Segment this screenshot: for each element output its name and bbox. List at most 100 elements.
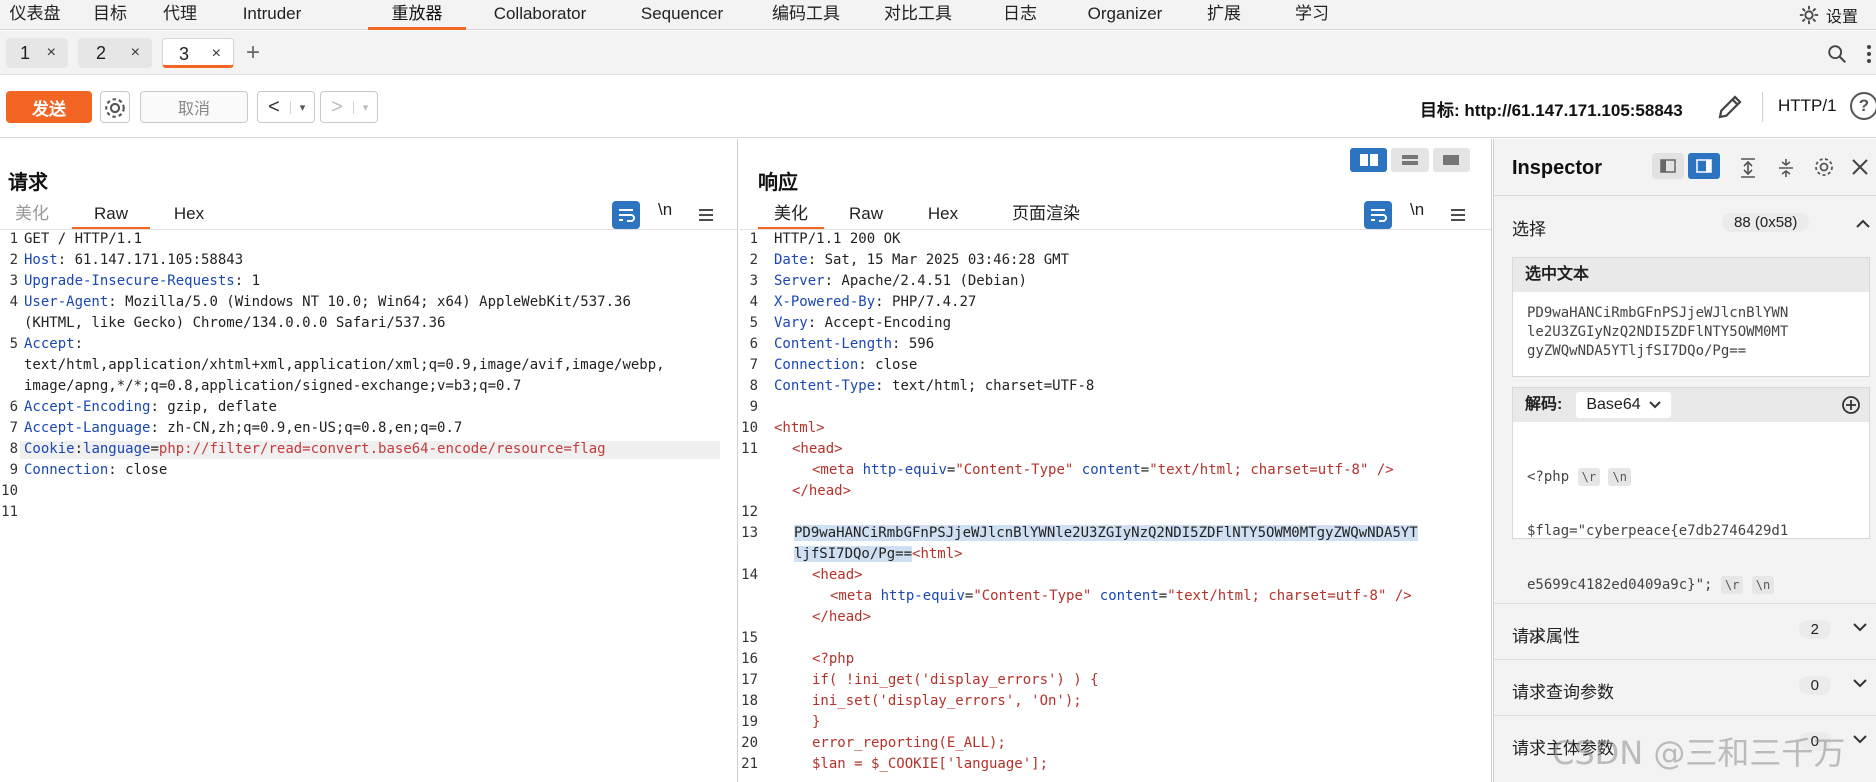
http-version-selector[interactable]: HTTP/1: [1778, 96, 1837, 116]
single-pane-icon: [1443, 155, 1460, 165]
layout-side-by-side-button[interactable]: [1350, 148, 1388, 172]
newline-toggle[interactable]: \n: [1410, 200, 1424, 220]
code-line: <head>: [812, 567, 863, 583]
repeater-tab-3[interactable]: 3 ×: [162, 38, 234, 68]
request-attributes-row[interactable]: 请求属性 2: [1494, 603, 1876, 659]
close-icon[interactable]: ×: [212, 39, 221, 69]
row-count-badge: 2: [1798, 620, 1831, 639]
send-button[interactable]: 发送: [6, 91, 92, 123]
code-line: (KHTML, like Gecko) Chrome/134.0.0.0 Saf…: [24, 315, 446, 331]
inspector-layout-right-button[interactable]: [1688, 153, 1720, 179]
line-number: 4: [9, 294, 18, 310]
history-back-button[interactable]: < ▾: [257, 91, 315, 123]
code-line: <?php: [812, 651, 855, 667]
repeater-tab-2[interactable]: 2 ×: [78, 38, 152, 68]
decode-type-select[interactable]: Base64: [1576, 392, 1671, 418]
add-circle-icon[interactable]: [1841, 395, 1861, 415]
code-line: <html>: [774, 420, 825, 436]
settings-button[interactable]: 设置: [1798, 0, 1876, 30]
request-settings-button[interactable]: [100, 91, 130, 123]
close-icon[interactable]: ×: [131, 38, 140, 68]
nav-extensions[interactable]: 扩展: [1194, 0, 1254, 30]
escape-badge: \r: [1577, 468, 1601, 486]
nav-organizer[interactable]: Organizer: [1070, 0, 1180, 30]
layout-tabs-button[interactable]: [1432, 148, 1470, 172]
request-tab-pretty[interactable]: 美化: [8, 200, 56, 230]
nav-intruder[interactable]: Intruder: [222, 0, 322, 30]
code-line: text/html,application/xhtml+xml,applicat…: [24, 357, 665, 373]
line-number: 10: [1, 483, 18, 499]
selected-text-value[interactable]: PD9waHANCiRmbGFnPSJjeWJlcnBlYWN le2U3ZGI…: [1513, 292, 1869, 373]
divider: [740, 229, 1491, 230]
code-line: Connection: close: [774, 357, 918, 373]
response-tab-hex[interactable]: Hex: [920, 200, 966, 230]
newline-toggle[interactable]: \n: [658, 200, 672, 220]
inspector-layout-left-button[interactable]: [1652, 153, 1684, 179]
target-display: 目标: http://61.147.171.105:58843: [1420, 96, 1683, 121]
add-tab-button[interactable]: +: [246, 39, 260, 67]
chevron-up-icon[interactable]: [1856, 219, 1870, 229]
decoded-line: e5699c4182ed0409a9c}"; \r \n: [1527, 576, 1855, 594]
gear-icon: [1799, 5, 1819, 25]
nav-learn[interactable]: 学习: [1282, 0, 1342, 30]
row-count-badge: 0: [1798, 676, 1831, 695]
more-vertical-icon[interactable]: [1864, 43, 1874, 65]
collapse-all-icon[interactable]: [1776, 157, 1796, 179]
line-number: 7: [749, 357, 758, 373]
wrap-lines-button[interactable]: [1364, 201, 1392, 229]
nav-sequencer[interactable]: Sequencer: [622, 0, 742, 30]
code-line: Connection: close: [24, 462, 168, 478]
request-tab-raw[interactable]: Raw: [72, 200, 150, 230]
expand-all-icon[interactable]: [1738, 157, 1758, 179]
cancel-button[interactable]: 取消: [140, 91, 248, 123]
request-tab-hex[interactable]: Hex: [166, 200, 212, 230]
tab-label: 2: [96, 43, 107, 63]
nav-dashboard[interactable]: 仪表盘: [0, 0, 70, 30]
divider: [1494, 195, 1876, 196]
request-title: 请求: [8, 172, 48, 194]
nav-decoder[interactable]: 编码工具: [760, 0, 852, 30]
history-forward-button[interactable]: > ▾: [320, 91, 378, 123]
pencil-icon[interactable]: [1715, 92, 1745, 122]
response-panel: 响应 美化 Raw Hex 页面渲染 \n 1 2 3 4 5 6 7 8 9 …: [740, 139, 1492, 782]
close-icon[interactable]: [1850, 157, 1870, 177]
code-line: Host: 61.147.171.105:58843: [24, 252, 244, 268]
gear-icon[interactable]: [1812, 155, 1836, 179]
help-icon[interactable]: ?: [1850, 92, 1876, 120]
menu-icon[interactable]: [1450, 207, 1466, 223]
nav-collaborator[interactable]: Collaborator: [478, 0, 602, 30]
code-line: <meta http-equiv="Content-Type" content=…: [830, 588, 1412, 604]
watermark: CSDN @三和三千万: [1552, 734, 1846, 772]
code-line: Date: Sat, 15 Mar 2025 03:46:28 GMT: [774, 252, 1070, 268]
close-icon[interactable]: ×: [47, 38, 56, 68]
dropdown-icon[interactable]: ▾: [353, 100, 377, 114]
code-line: User-Agent: Mozilla/5.0 (Windows NT 10.0…: [24, 294, 631, 310]
response-tab-raw[interactable]: Raw: [842, 200, 890, 230]
code-line: ini_set('display_errors', 'On');: [812, 693, 1082, 709]
search-icon[interactable]: [1826, 43, 1848, 65]
wrap-lines-button[interactable]: [612, 201, 640, 229]
request-query-params-row[interactable]: 请求查询参数 0: [1494, 659, 1876, 715]
line-number: 3: [9, 273, 18, 289]
nav-repeater[interactable]: 重放器: [368, 0, 466, 30]
layout-stacked-button[interactable]: [1391, 148, 1429, 172]
line-number: 15: [741, 630, 758, 646]
code-line: Server: Apache/2.4.51 (Debian): [774, 273, 1027, 289]
response-tab-pretty[interactable]: 美化: [758, 200, 824, 230]
request-toolbar: 发送 取消 < ▾ > ▾ 目标: http://61.147.171.105:…: [0, 76, 1876, 138]
selection-count-badge: 88 (0x58): [1722, 213, 1810, 232]
dropdown-icon[interactable]: ▾: [290, 100, 314, 114]
line-number: 5: [749, 315, 758, 331]
nav-target[interactable]: 目标: [80, 0, 140, 30]
menu-icon[interactable]: [698, 207, 714, 223]
nav-comparer[interactable]: 对比工具: [872, 0, 964, 30]
nav-logger[interactable]: 日志: [990, 0, 1050, 30]
nav-proxy[interactable]: 代理: [150, 0, 210, 30]
code-line-cookie: Cookie:language=php://filter/read=conver…: [20, 441, 720, 459]
line-number: 9: [9, 462, 18, 478]
escape-badge: \r: [1720, 576, 1744, 594]
repeater-tab-1[interactable]: 1 ×: [6, 38, 68, 68]
response-tab-render[interactable]: 页面渲染: [994, 200, 1098, 230]
code-line: Vary: Accept-Encoding: [774, 315, 952, 331]
decode-label: 解码:: [1525, 396, 1563, 413]
